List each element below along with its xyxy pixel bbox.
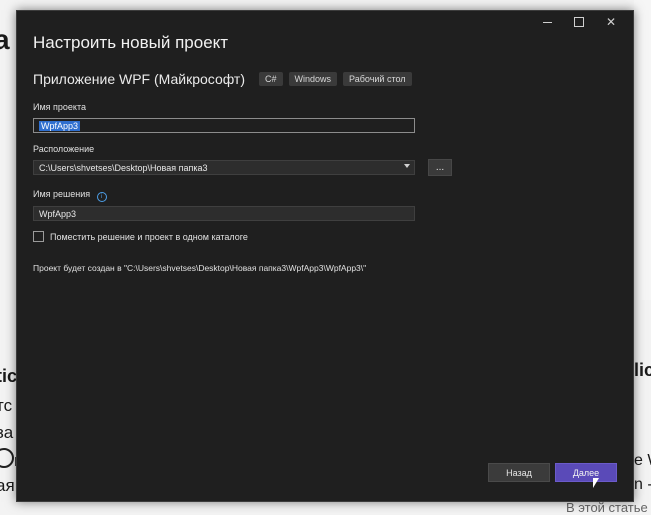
back-button[interactable]: Назад <box>488 463 550 482</box>
background-text-fragment: tic <box>0 366 18 386</box>
background-text-fragment: за <box>0 423 14 442</box>
project-name-value: WpfApp3 <box>39 120 81 131</box>
location-value: C:\Users\shvetses\Desktop\Новая папка3 <box>39 162 208 173</box>
background-text-fragment: n - <box>634 476 651 493</box>
template-info: Приложение WPF (Майкрософт) C# Windows Р… <box>33 71 412 87</box>
window-controls: ✕ <box>531 13 627 31</box>
close-icon: ✕ <box>605 15 617 29</box>
info-icon[interactable]: i <box>96 192 107 202</box>
background-circle-icon <box>0 448 14 468</box>
language-tag: C# <box>259 72 283 86</box>
maximize-button[interactable] <box>563 13 595 31</box>
background-text-fragment: тс <box>0 396 13 415</box>
same-directory-label: Поместить решение и проект в одном катал… <box>50 231 248 242</box>
location-combobox[interactable]: C:\Users\shvetses\Desktop\Новая папка3 <box>33 160 415 175</box>
solution-name-label-text: Имя решения <box>33 189 91 199</box>
background-text-fragment: В этой статье <box>566 500 648 515</box>
browse-button[interactable]: ... <box>428 159 452 176</box>
maximize-icon <box>574 17 584 27</box>
mouse-cursor-icon <box>593 478 599 488</box>
next-button[interactable]: Далее <box>555 463 617 482</box>
same-directory-checkbox[interactable] <box>33 231 44 242</box>
background-text-fragment: ая <box>0 476 15 495</box>
background-text-fragment: lic <box>634 360 651 380</box>
project-name-label: Имя проекта <box>33 102 86 112</box>
background-text-fragment: a <box>0 24 10 55</box>
close-button[interactable]: ✕ <box>595 13 627 31</box>
solution-name-label: Имя решения i <box>33 189 107 202</box>
dialog-title: Настроить новый проект <box>33 33 229 52</box>
template-name: Приложение WPF (Майкрософт) <box>33 71 246 87</box>
project-path-note: Проект будет создан в "C:\Users\shvetses… <box>33 263 367 273</box>
solution-name-value: WpfApp3 <box>39 208 77 219</box>
background-panel <box>634 0 651 300</box>
project-name-input[interactable]: WpfApp3 <box>33 118 415 133</box>
project-type-tag: Рабочий стол <box>343 72 412 86</box>
same-directory-option[interactable]: Поместить решение и проект в одном катал… <box>33 231 248 242</box>
configure-project-dialog: ✕ Настроить новый проект Приложение WPF … <box>16 10 634 502</box>
solution-name-input[interactable]: WpfApp3 <box>33 206 415 221</box>
minimize-button[interactable] <box>531 13 563 31</box>
platform-tag: Windows <box>288 72 338 86</box>
chevron-down-icon <box>404 164 410 168</box>
location-label: Расположение <box>33 144 95 154</box>
background-text-fragment: e W <box>634 452 651 469</box>
minimize-icon <box>542 21 552 23</box>
